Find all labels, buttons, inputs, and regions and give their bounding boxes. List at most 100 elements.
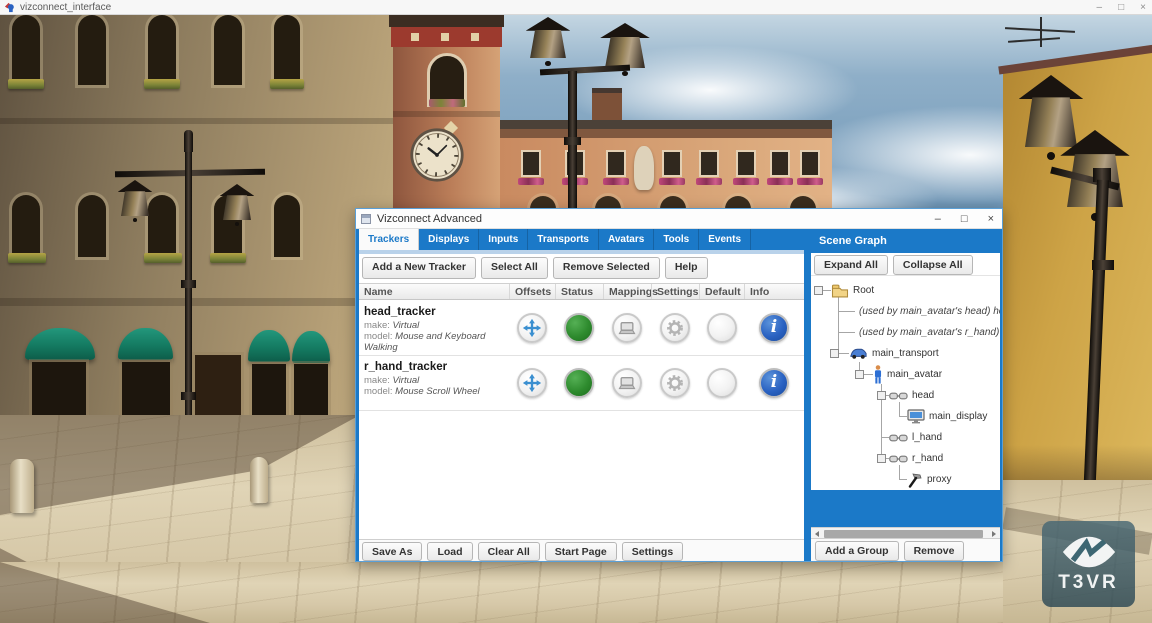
remove-group-button[interactable]: Remove (904, 541, 965, 561)
minimize-button[interactable]: – (935, 209, 941, 229)
awning (25, 328, 95, 360)
bollard (10, 459, 34, 513)
remove-selected-button[interactable]: Remove Selected (553, 257, 660, 279)
trackers-toolbar: Add a New Tracker Select All Remove Sele… (362, 257, 708, 279)
keyboard-icon (617, 321, 637, 336)
os-window-title: vizconnect_interface (20, 2, 111, 13)
offsets-button[interactable] (517, 313, 547, 343)
trackers-panel: Add a New Tracker Select All Remove Sele… (359, 254, 804, 561)
load-button[interactable]: Load (427, 542, 472, 561)
scrollbar-thumb[interactable] (824, 530, 983, 538)
scroll-right-arrow-icon[interactable] (992, 531, 996, 537)
vizconnect-window-icon (361, 214, 371, 224)
monitor-icon (907, 409, 925, 424)
tree-node-proxy[interactable]: proxy (811, 469, 1000, 490)
tab-trackers[interactable]: Trackers (359, 229, 419, 250)
os-maximize-button[interactable]: □ (1118, 0, 1124, 15)
tree-node-main-transport[interactable]: main_transport (811, 343, 1000, 364)
tab-bar: Trackers Displays Inputs Transports Avat… (359, 229, 751, 250)
select-all-button[interactable]: Select All (481, 257, 548, 279)
scroll-left-arrow-icon[interactable] (815, 531, 819, 537)
header-info: Info (744, 284, 804, 299)
folder-icon (831, 283, 849, 298)
clock-tower (393, 15, 500, 225)
default-button[interactable] (707, 368, 737, 398)
scene-graph-title: Scene Graph (809, 229, 1002, 253)
os-close-button[interactable]: × (1140, 0, 1146, 15)
info-button[interactable]: i (759, 368, 789, 398)
mappings-button[interactable] (612, 368, 642, 398)
tree-node-head[interactable]: head (811, 385, 1000, 406)
scene-graph-hscrollbar[interactable] (811, 527, 1000, 539)
vizconnect-window-controls: – □ × (935, 209, 994, 229)
vizconnect-titlebar[interactable]: Vizconnect Advanced – □ × (356, 209, 1002, 229)
app-icon (4, 2, 15, 13)
bollard (250, 457, 268, 503)
move-arrows-icon (522, 373, 542, 393)
tracker-model: Mouse Scroll Wheel (395, 386, 479, 397)
scene-graph-footer: Add a Group Remove (811, 539, 1000, 561)
settings-page-button[interactable]: Settings (622, 542, 683, 561)
goggles-icon (889, 433, 908, 443)
tab-transports[interactable]: Transports (528, 229, 599, 250)
header-status: Status (555, 284, 603, 299)
tab-avatars[interactable]: Avatars (599, 229, 654, 250)
add-new-tracker-button[interactable]: Add a New Tracker (362, 257, 476, 279)
header-offsets: Offsets (509, 284, 555, 299)
header-mappings: Mappings (603, 284, 651, 299)
scene-graph-spacer (811, 490, 1000, 527)
collapse-all-button[interactable]: Collapse All (893, 255, 973, 275)
t3vr-watermark-text: T3VR (1058, 572, 1119, 594)
os-minimize-button[interactable]: – (1097, 0, 1103, 15)
settings-button[interactable] (660, 368, 690, 398)
tree-node-main-display[interactable]: main_display (811, 406, 1000, 427)
gear-icon (665, 318, 685, 338)
info-button[interactable]: i (759, 313, 789, 343)
tree-node-l-hand[interactable]: l_hand (811, 427, 1000, 448)
os-titlebar: vizconnect_interface – □ × (0, 0, 1152, 15)
mappings-button[interactable] (612, 313, 642, 343)
maximize-button[interactable]: □ (961, 209, 968, 229)
tree-node-main-avatar[interactable]: main_avatar (811, 364, 1000, 385)
status-indicator[interactable] (564, 368, 594, 398)
trackers-table-header: Name Offsets Status Mappings Settings De… (359, 283, 804, 300)
goggles-icon (889, 454, 908, 464)
save-as-button[interactable]: Save As (362, 542, 422, 561)
info-icon: i (771, 374, 777, 391)
add-group-button[interactable]: Add a Group (815, 541, 899, 561)
offsets-button[interactable] (517, 368, 547, 398)
tab-displays[interactable]: Displays (419, 229, 479, 250)
avatar-icon (873, 365, 883, 384)
tree-node-root[interactable]: Root (811, 280, 1000, 301)
tab-events[interactable]: Events (699, 229, 751, 250)
info-icon: i (771, 319, 777, 336)
expand-all-button[interactable]: Expand All (814, 255, 888, 275)
status-indicator[interactable] (564, 313, 594, 343)
clear-all-button[interactable]: Clear All (478, 542, 540, 561)
clock (409, 127, 465, 183)
tree-node-r-hand-tracker[interactable]: (used by main_avatar's r_hand) r_hand_t (811, 322, 1000, 343)
tab-inputs[interactable]: Inputs (479, 229, 528, 250)
scene-graph-panel: Scene Graph Expand All Collapse All (809, 229, 1002, 561)
default-button[interactable] (707, 313, 737, 343)
tree-node-head-tracker[interactable]: (used by main_avatar's head) head_track (811, 301, 1000, 322)
close-button[interactable]: × (988, 209, 994, 229)
t3vr-watermark: T3VR (1042, 521, 1135, 607)
tab-tools[interactable]: Tools (654, 229, 699, 250)
tracker-name: r_hand_tracker (364, 361, 507, 373)
header-name: Name (359, 284, 509, 299)
tracker-make: Virtual (393, 320, 420, 331)
help-button[interactable]: Help (665, 257, 708, 279)
table-row-head-tracker[interactable]: head_tracker make: Virtual model: Mouse … (359, 301, 804, 356)
settings-button[interactable] (660, 313, 690, 343)
scene-graph-tree: Root (used by main_avatar's head) head_t… (811, 276, 1000, 490)
table-row-r-hand-tracker[interactable]: r_hand_tracker make: Virtual model: Mous… (359, 356, 804, 411)
tracker-name: head_tracker (364, 306, 507, 318)
start-page-button[interactable]: Start Page (545, 542, 617, 561)
vizconnect-window-title: Vizconnect Advanced (377, 213, 482, 225)
vizconnect-window: Vizconnect Advanced – □ × Trackers Displ… (355, 208, 1003, 562)
awning (292, 331, 330, 363)
tree-node-r-hand[interactable]: r_hand (811, 448, 1000, 469)
pavement-bottom (0, 562, 1152, 623)
dialog-footer: Save As Load Clear All Start Page Settin… (359, 539, 804, 561)
